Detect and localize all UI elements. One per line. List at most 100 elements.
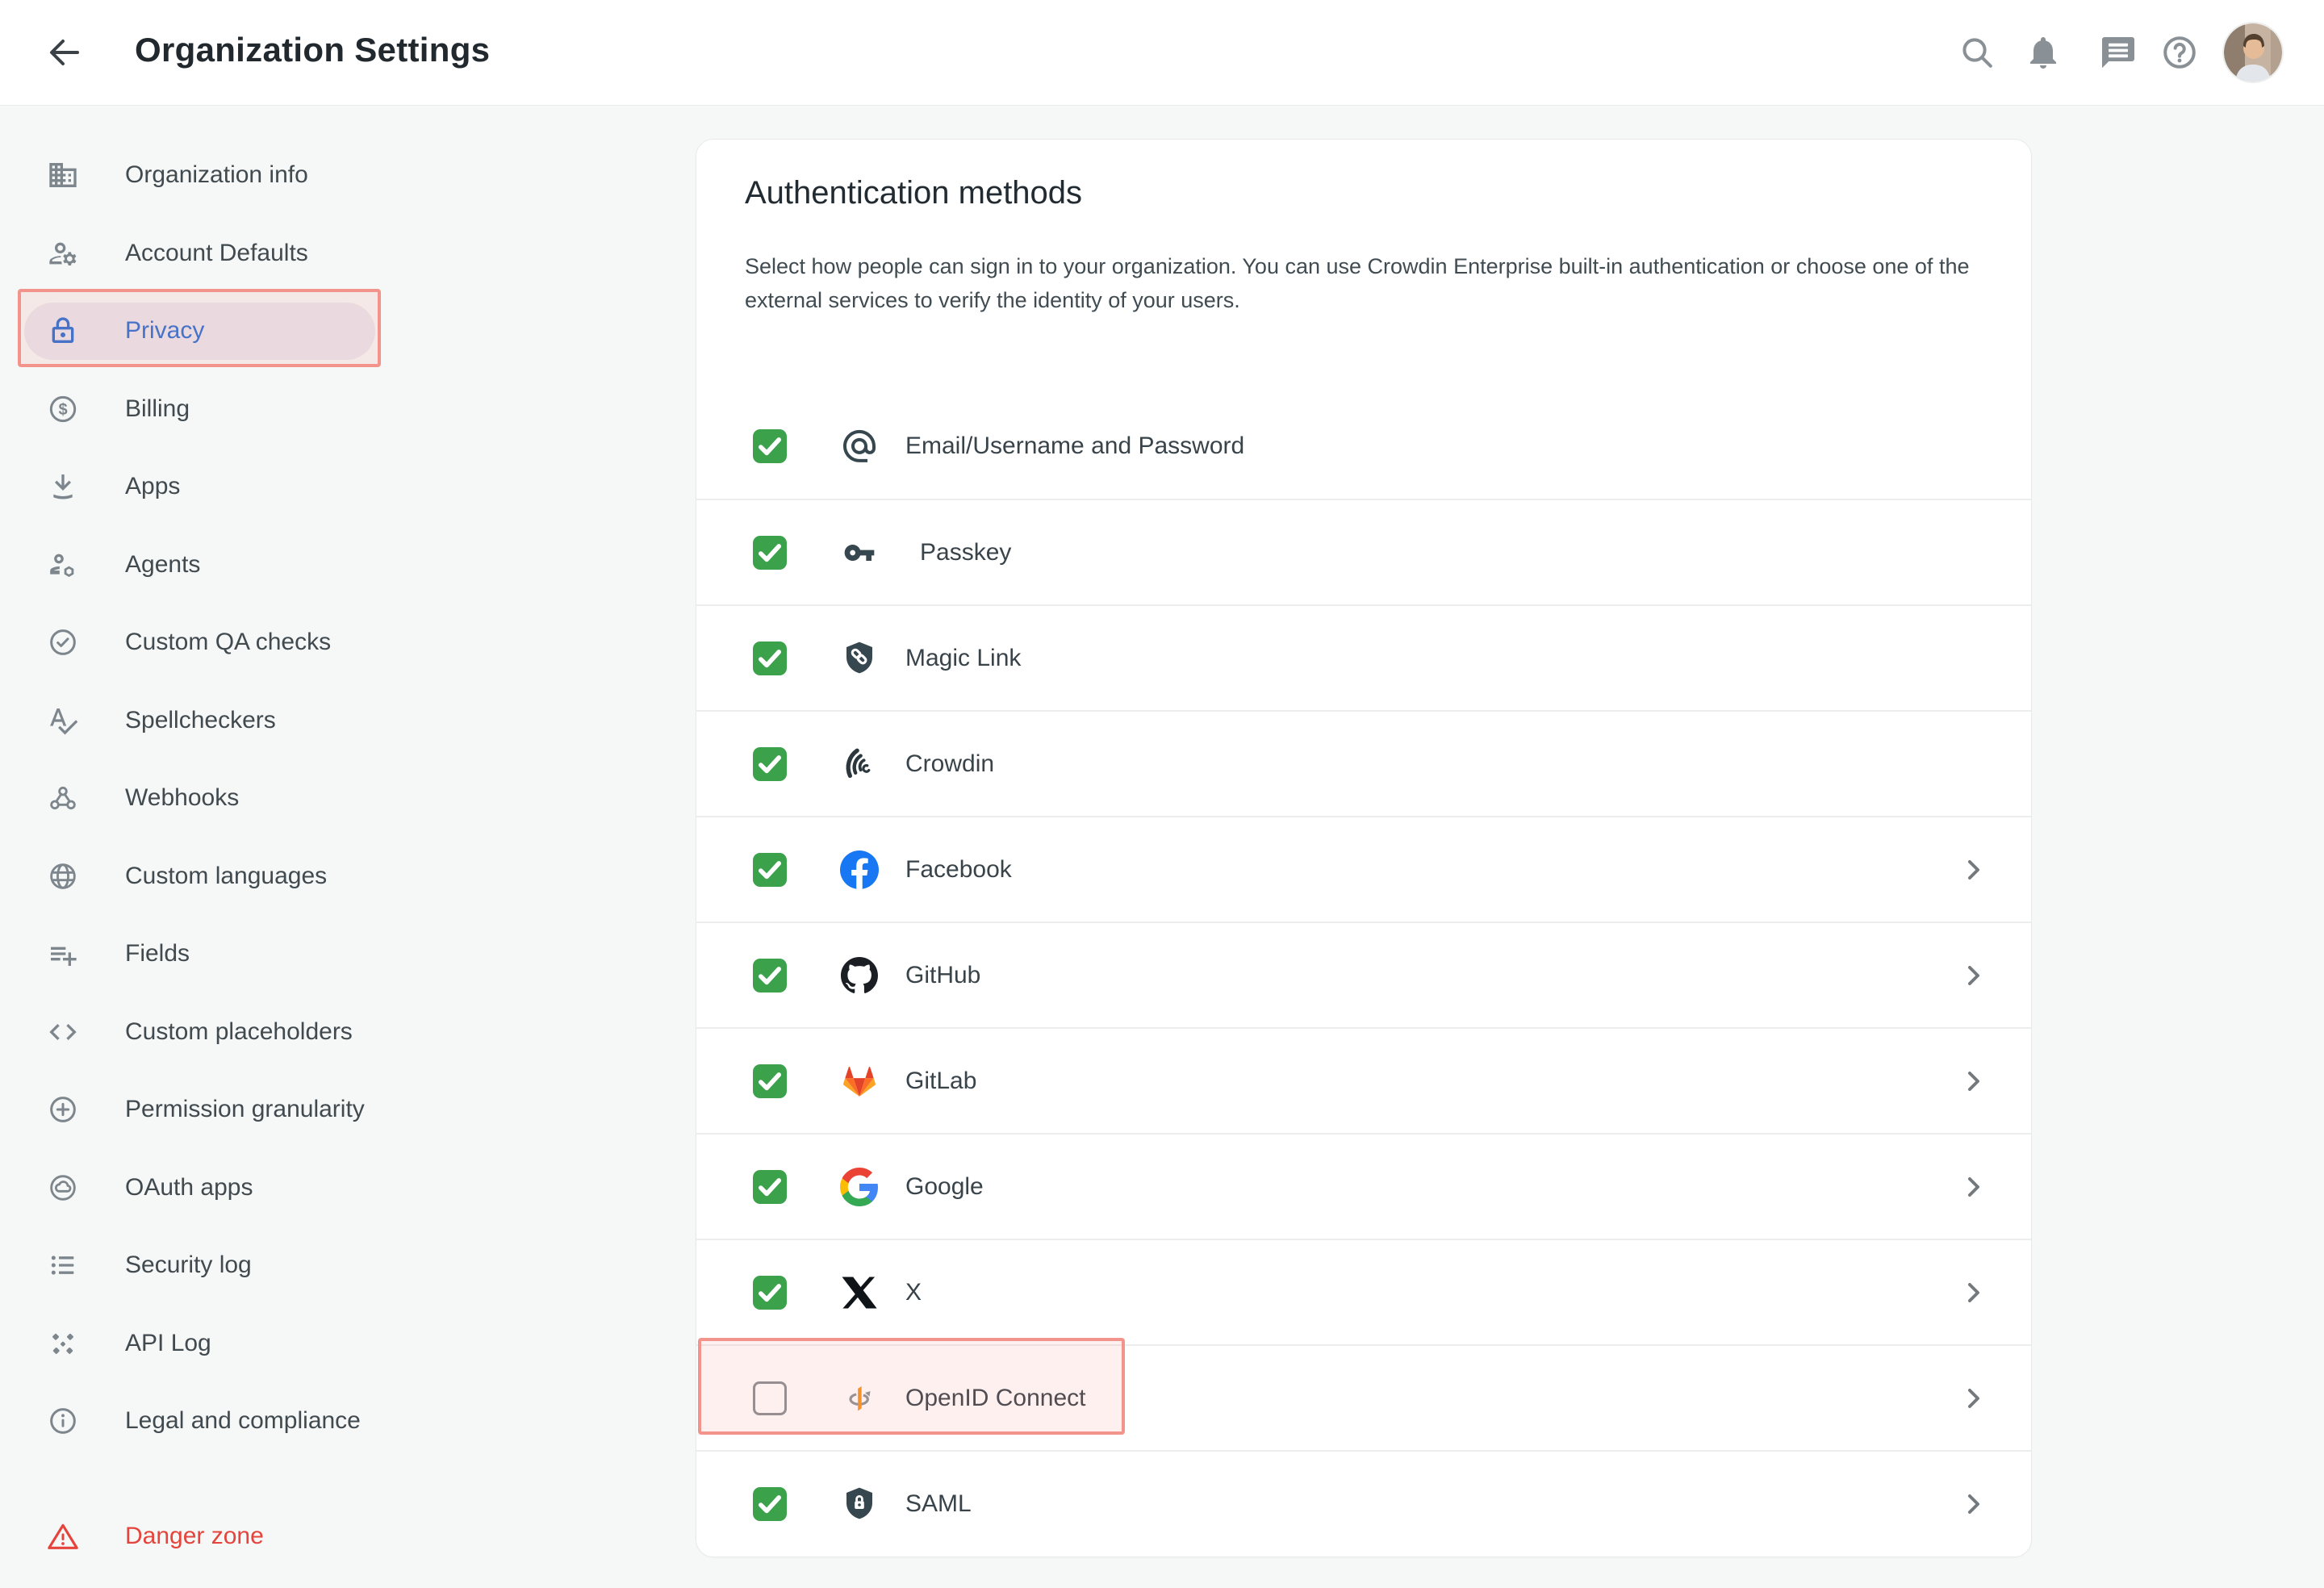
sidebar-item-billing[interactable]: $ Billing	[0, 370, 694, 449]
qa-check-icon	[44, 623, 82, 662]
sidebar-item-organization-info[interactable]: Organization info	[0, 136, 694, 215]
auth-method-label: GitLab	[905, 1067, 977, 1094]
sidebar-item-account-defaults[interactable]: Account Defaults	[0, 215, 694, 293]
github-checkbox[interactable]	[753, 958, 787, 992]
facebook-checkbox[interactable]	[753, 852, 787, 887]
sidebar-item-label: Spellcheckers	[125, 706, 276, 733]
magic-link-icon	[840, 639, 879, 678]
sidebar-item-custom-placeholders[interactable]: Custom placeholders	[0, 993, 694, 1072]
sidebar-item-webhooks[interactable]: Webhooks	[0, 759, 694, 838]
saml-icon	[840, 1485, 879, 1523]
gitlab-icon	[840, 1062, 879, 1101]
sidebar-item-legal-and-compliance[interactable]: Legal and compliance	[0, 1382, 694, 1461]
sidebar-item-label: Permission granularity	[125, 1096, 365, 1123]
search-icon[interactable]	[1958, 33, 1996, 72]
api-log-icon	[44, 1324, 82, 1363]
sidebar-item-permission-granularity[interactable]: Permission granularity	[0, 1071, 694, 1149]
crowdin-checkbox[interactable]	[753, 746, 787, 781]
oauth-icon	[44, 1168, 82, 1207]
svg-text:$: $	[58, 401, 67, 419]
sidebar-item-oauth-apps[interactable]: OAuth apps	[0, 1149, 694, 1227]
sidebar-item-fields[interactable]: Fields	[0, 915, 694, 993]
info-icon	[44, 1402, 82, 1440]
apps-icon	[44, 467, 82, 506]
auth-method-label: Facebook	[905, 855, 1012, 883]
sidebar-item-label: Privacy	[125, 317, 205, 345]
auth-method-label: Email/Username and Password	[905, 432, 1245, 459]
auth-method-label: X	[905, 1278, 922, 1306]
sidebar-item-label: Webhooks	[125, 784, 240, 812]
auth-method-row-github: GitHub	[696, 921, 2031, 1027]
sidebar-item-label: Custom QA checks	[125, 629, 332, 656]
card-description: Select how people can sign in to your or…	[745, 254, 1970, 312]
agents-icon	[44, 545, 82, 584]
plus-circle-icon	[44, 1090, 82, 1129]
help-icon[interactable]	[2160, 33, 2199, 72]
auth-method-label: Passkey	[920, 538, 1012, 566]
facebook-icon	[840, 850, 879, 889]
chevron-right-icon[interactable]	[1958, 961, 1988, 990]
auth-method-row-google: Google	[696, 1133, 2031, 1239]
sidebar-item-label: Custom placeholders	[125, 1018, 353, 1045]
back-arrow-button[interactable]	[45, 33, 84, 72]
auth-method-row-openid-connect: OpenID Connect	[696, 1344, 2031, 1450]
crowdin-icon	[840, 745, 879, 784]
sidebar-item-label: Agents	[125, 550, 201, 578]
magic-link-checkbox[interactable]	[753, 641, 787, 675]
openid-connect-checkbox[interactable]	[753, 1381, 787, 1415]
gitlab-checkbox[interactable]	[753, 1064, 787, 1098]
passkey-checkbox[interactable]	[753, 535, 787, 570]
chevron-right-icon[interactable]	[1958, 855, 1988, 884]
google-icon	[840, 1167, 879, 1206]
code-icon	[44, 1013, 82, 1051]
sidebar-item-privacy[interactable]: Privacy	[0, 292, 694, 370]
x-icon	[840, 1273, 879, 1312]
card-title: Authentication methods	[745, 175, 1083, 211]
auth-method-row-magic-link: Magic Link	[696, 604, 2031, 710]
sidebar-item-label: Account Defaults	[125, 239, 308, 266]
passkey-icon	[840, 533, 879, 572]
sidebar-item-security-log[interactable]: Security log	[0, 1227, 694, 1305]
messages-icon[interactable]	[2099, 33, 2138, 72]
sidebar-item-label: Fields	[125, 940, 190, 967]
topbar: Organization Settings	[0, 0, 2324, 105]
openid-icon	[840, 1379, 879, 1418]
sidebar-item-custom-languages[interactable]: Custom languages	[0, 838, 694, 916]
email-username-and-password-checkbox[interactable]	[753, 428, 787, 463]
chevron-right-icon[interactable]	[1958, 1384, 1988, 1413]
x-checkbox[interactable]	[753, 1275, 787, 1310]
chevron-right-icon[interactable]	[1958, 1278, 1988, 1307]
sidebar-item-label: Custom languages	[125, 862, 328, 889]
sidebar-item-apps[interactable]: Apps	[0, 448, 694, 526]
auth-method-label: Magic Link	[905, 644, 1022, 671]
settings-sidebar: Organization info Account Defaults Privacy…	[0, 136, 694, 1575]
sidebar-item-spellcheckers[interactable]: Spellcheckers	[0, 682, 694, 760]
auth-method-row-saml: SAML	[696, 1450, 2031, 1556]
sidebar-item-danger-zone[interactable]: Danger zone	[0, 1498, 694, 1576]
auth-method-label: Google	[905, 1172, 984, 1200]
chevron-right-icon[interactable]	[1958, 1172, 1988, 1201]
user-avatar[interactable]	[2224, 23, 2282, 81]
sidebar-item-api-log[interactable]: API Log	[0, 1305, 694, 1383]
saml-checkbox[interactable]	[753, 1486, 787, 1521]
sidebar-item-custom-qa-checks[interactable]: Custom QA checks	[0, 604, 694, 682]
sidebar-item-label: Danger zone	[125, 1522, 264, 1549]
chevron-right-icon[interactable]	[1958, 1490, 1988, 1519]
github-icon	[840, 956, 879, 995]
organization-icon	[44, 156, 82, 194]
google-checkbox[interactable]	[753, 1169, 787, 1204]
page-title: Organization Settings	[135, 31, 491, 69]
sidebar-item-label: Apps	[125, 473, 181, 500]
sidebar-item-agents[interactable]: Agents	[0, 526, 694, 604]
auth-method-row-facebook: Facebook	[696, 816, 2031, 921]
sidebar-item-label: Security log	[125, 1252, 252, 1279]
auth-method-label: OpenID Connect	[905, 1384, 1086, 1411]
auth-method-row-passkey: Passkey	[696, 499, 2031, 604]
list-icon	[44, 1246, 82, 1285]
notifications-icon[interactable]	[2024, 33, 2063, 72]
chevron-right-icon[interactable]	[1958, 1067, 1988, 1096]
organization-settings-page: Organization Settings Organization info A…	[0, 0, 2324, 1588]
billing-icon: $	[44, 390, 82, 428]
auth-method-row-x: X	[696, 1239, 2031, 1344]
authentication-methods-card: Authentication methods Select how people…	[696, 139, 2032, 1557]
